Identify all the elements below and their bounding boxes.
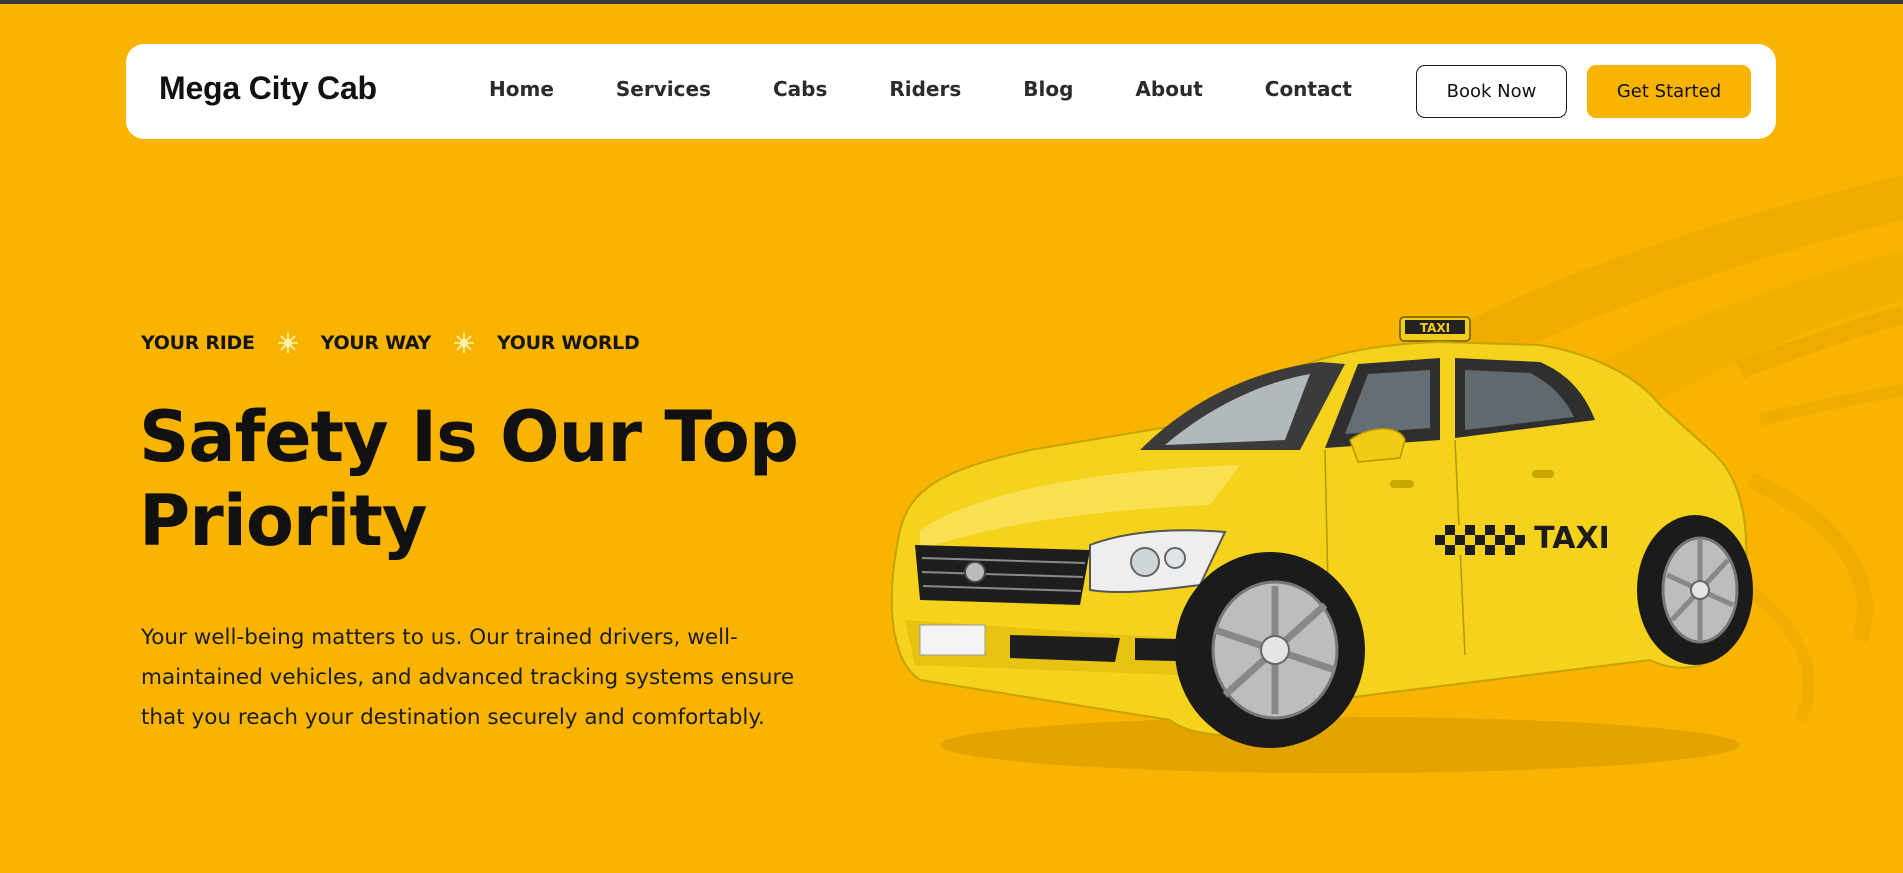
brand-logo-text[interactable]: Mega City Cab — [159, 70, 377, 107]
hero-tagline: YOUR RIDE YOUR WAY YOUR WORLD — [141, 332, 640, 354]
nav-links: Home Services Cabs Riders Blog About Con… — [489, 77, 1352, 101]
nav-link-about[interactable]: About — [1135, 77, 1202, 101]
tagline-your-way: YOUR WAY — [320, 332, 432, 354]
sparkle-icon — [277, 332, 299, 354]
nav-link-riders[interactable]: Riders — [889, 77, 961, 101]
nav-link-home[interactable]: Home — [489, 77, 554, 101]
book-now-button[interactable]: Book Now — [1416, 65, 1567, 118]
get-started-button[interactable]: Get Started — [1587, 65, 1751, 118]
rear-wheel — [1637, 515, 1753, 665]
taxi-car-image: TAXI TAXI — [880, 300, 1780, 780]
tagline-your-ride: YOUR RIDE — [141, 332, 255, 354]
nav-link-cabs[interactable]: Cabs — [773, 77, 827, 101]
sparkle-icon — [453, 332, 475, 354]
headline-line-2: Priority — [139, 480, 428, 562]
nav-link-blog[interactable]: Blog — [1023, 77, 1073, 101]
hero-description: Your well-being matters to us. Our train… — [141, 625, 795, 730]
taxi-car-illustration: TAXI TAXI — [890, 316, 1753, 773]
headline-line-1: Safety Is Our Top — [139, 396, 799, 478]
front-wheel — [1175, 552, 1365, 748]
top-navbar: Mega City Cab Home Services Cabs Riders … — [126, 44, 1776, 139]
door-taxi-label: TAXI — [1534, 521, 1610, 556]
nav-link-services[interactable]: Services — [616, 77, 711, 101]
nav-link-contact[interactable]: Contact — [1265, 77, 1352, 101]
window-top-strip — [0, 0, 1903, 4]
checker-stripe — [1435, 525, 1525, 555]
tagline-your-world: YOUR WORLD — [496, 332, 640, 354]
hero-headline: Safety Is Our Top Priority — [139, 395, 839, 563]
roof-sign-label: TAXI — [1420, 321, 1450, 335]
